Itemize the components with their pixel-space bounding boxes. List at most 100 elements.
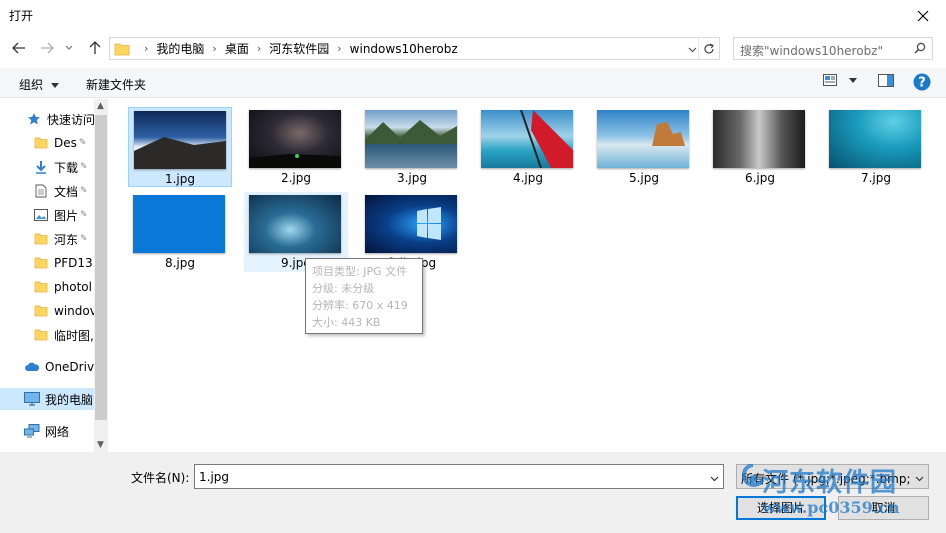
command-bar: 组织 新建文件夹 ? — [0, 68, 946, 98]
chevron-down-icon[interactable] — [710, 471, 719, 485]
cloud-icon — [24, 359, 40, 375]
cancel-button[interactable]: 取消 — [838, 496, 929, 520]
sidebar-item-label: Des — [54, 136, 77, 150]
file-item-8[interactable]: 8.jpg — [128, 192, 232, 272]
sidebar-scrollbar[interactable]: ▲ ▼ — [94, 99, 108, 452]
close-button[interactable] — [906, 4, 940, 28]
sidebar-item-downloads[interactable]: 下载 ✎ — [0, 156, 94, 178]
recent-locations-button[interactable] — [62, 37, 76, 59]
preview-pane-icon — [878, 74, 894, 87]
navigation-pane: 快速访问 Des ✎ 下载 ✎ 文档 ✎ 图片 ✎ 河东 ✎ PFD13. ph… — [0, 99, 108, 452]
file-item-1[interactable]: 1.jpg — [128, 107, 232, 187]
refresh-button[interactable] — [698, 38, 719, 59]
sidebar-item-hedong[interactable]: 河东 ✎ — [0, 228, 94, 250]
sidebar-item-documents[interactable]: 文档 ✎ — [0, 180, 94, 202]
filetype-select[interactable]: 所有文件 (*.jpg;*.jpeg;*.bmp;* — [736, 464, 929, 489]
sidebar-item-temp-images[interactable]: 临时图, — [0, 324, 94, 346]
organize-button[interactable]: 组织 — [19, 76, 59, 93]
filename-input[interactable]: 1.jpg — [194, 464, 724, 489]
file-item-6[interactable]: 6.jpg — [708, 107, 812, 187]
sidebar-item-label: PFD13. — [54, 256, 94, 270]
breadcrumb: › 我的电脑 › 桌面 › 河东软件园 › windows10herobz — [136, 40, 458, 57]
forward-button[interactable] — [36, 37, 58, 59]
sidebar-item-label: 快速访问 — [47, 112, 94, 127]
file-name: 2.jpg — [280, 171, 312, 185]
folder-icon — [33, 303, 49, 319]
view-button[interactable] — [823, 74, 857, 86]
folder-icon — [33, 231, 49, 247]
help-button[interactable]: ? — [913, 73, 931, 91]
sidebar-item-pictures[interactable]: 图片 ✎ — [0, 204, 94, 226]
open-label: 选择图片 — [756, 501, 805, 515]
sidebar-item-desktop[interactable]: Des ✎ — [0, 132, 94, 154]
breadcrumb-item[interactable]: 我的电脑 — [156, 40, 204, 57]
view-icon — [823, 74, 837, 86]
thumbnail — [249, 195, 341, 253]
thumbnail — [133, 195, 225, 253]
file-item-2[interactable]: 2.jpg — [244, 107, 348, 187]
breadcrumb-item[interactable]: 桌面 — [225, 40, 249, 57]
file-name: 1.jpg — [164, 172, 196, 186]
sidebar-item-label: 我的电脑 — [45, 392, 94, 407]
sidebar-item-pfd13[interactable]: PFD13. — [0, 252, 94, 274]
svg-text:?: ? — [918, 76, 926, 91]
chevron-up-icon[interactable]: ▲ — [97, 101, 104, 111]
filetype-value: 所有文件 (*.jpg;*.jpeg;*.bmp;* — [741, 472, 911, 486]
address-bar[interactable]: › 我的电脑 › 桌面 › 河东软件园 › windows10herobz — [109, 37, 720, 60]
pin-icon: ✎ — [80, 162, 88, 172]
tooltip-resolution: 分辨率: 670 x 419 — [312, 299, 408, 312]
sidebar-item-network[interactable]: 网络 — [0, 420, 94, 442]
file-item-5[interactable]: 5.jpg — [592, 107, 696, 187]
tooltip-size: 大小: 443 KB — [312, 316, 381, 329]
folder-icon — [33, 135, 49, 151]
breadcrumb-item[interactable]: windows10herobz — [350, 42, 458, 56]
footer-panel: 文件名(N): 1.jpg 所有文件 (*.jpg;*.jpeg;*.bmp;*… — [0, 452, 946, 533]
file-info-tooltip: 项目类型: JPG 文件 分级: 未分级 分辨率: 670 x 419 大小: … — [305, 258, 423, 334]
chevron-down-icon — [688, 47, 697, 53]
thumbnail — [713, 110, 805, 168]
sidebar-item-quick-access[interactable]: 快速访问 — [0, 108, 94, 130]
sidebar-item-windows[interactable]: windov — [0, 300, 94, 322]
address-dropdown[interactable] — [688, 42, 697, 56]
file-name: 3.jpg — [396, 171, 428, 185]
sidebar-item-this-pc[interactable]: 我的电脑 — [0, 388, 94, 410]
folder-icon — [33, 327, 49, 343]
scrollbar-thumb[interactable] — [95, 115, 107, 420]
sidebar-item-label: 图片 — [54, 208, 79, 223]
thumbnail — [481, 110, 573, 168]
chevron-down-icon — [915, 471, 924, 485]
sidebar-item-label: 下载 — [54, 160, 79, 175]
up-button[interactable] — [84, 37, 106, 59]
search-placeholder: 搜索"windows10herobz" — [740, 44, 884, 58]
file-name: 4.jpg — [512, 171, 544, 185]
chevron-right-icon: › — [256, 42, 262, 55]
pin-icon: ✎ — [80, 210, 88, 220]
folder-icon — [114, 43, 130, 55]
navigation-bar: › 我的电脑 › 桌面 › 河东软件园 › windows10herobz 搜索… — [0, 33, 946, 63]
open-button[interactable]: 选择图片 — [736, 496, 826, 520]
breadcrumb-item[interactable]: 河东软件园 — [269, 40, 329, 57]
new-folder-button[interactable]: 新建文件夹 — [86, 76, 146, 93]
network-icon — [24, 423, 40, 439]
computer-icon — [24, 391, 40, 407]
file-item-3[interactable]: 3.jpg — [360, 107, 464, 187]
file-item-7[interactable]: 7.jpg — [824, 107, 928, 187]
arrow-left-icon — [12, 42, 25, 54]
sidebar-item-onedrive[interactable]: OneDriv — [0, 356, 94, 378]
back-button[interactable] — [8, 37, 30, 59]
search-box[interactable]: 搜索"windows10herobz" — [733, 37, 933, 60]
file-item-4[interactable]: 4.jpg — [476, 107, 580, 187]
help-icon: ? — [913, 73, 931, 91]
organize-label: 组织 — [19, 78, 44, 92]
tooltip-rating: 分级: 未分级 — [312, 282, 375, 295]
chevron-right-icon: › — [212, 42, 217, 55]
sidebar-item-photo[interactable]: photol — [0, 276, 94, 298]
pin-icon: ✎ — [80, 186, 88, 196]
chevron-down-icon[interactable]: ▼ — [97, 440, 104, 450]
download-icon — [33, 159, 49, 175]
caret-down-icon — [50, 83, 59, 88]
document-icon — [33, 183, 49, 199]
pin-icon: ✎ — [78, 138, 87, 148]
preview-pane-button[interactable] — [878, 74, 894, 87]
thumbnail — [365, 195, 457, 253]
